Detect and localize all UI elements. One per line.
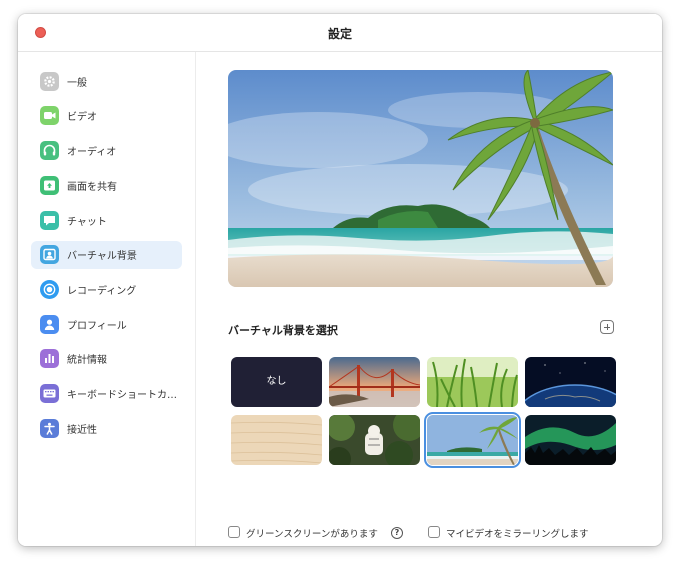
- sidebar-item-label: 画面を共有: [67, 182, 117, 193]
- sidebar-item-label: 一般: [67, 78, 87, 89]
- sidebar-item-label: キーボードショートカ…: [67, 390, 177, 401]
- mirror-video-checkbox[interactable]: [428, 526, 440, 538]
- sidebar-item-share-screen[interactable]: 画面を共有: [31, 172, 182, 200]
- person-icon: [40, 315, 59, 334]
- virtual-background-panel: バーチャル背景を選択 なし グリーンスクリーンがあります ? マイビデオをミラー…: [196, 52, 662, 546]
- title-bar: 設定: [18, 14, 662, 52]
- sidebar-item-accessibility[interactable]: 接近性: [31, 415, 182, 443]
- sidebar-item-label: チャット: [67, 217, 107, 228]
- share-screen-icon: [40, 176, 59, 195]
- thumbnail-golden-gate-bridge[interactable]: [329, 357, 420, 407]
- thumbnail-aurora[interactable]: [525, 415, 616, 465]
- gear-icon: [40, 72, 59, 91]
- settings-sidebar: 一般 ビデオ オーディオ 画面を共有 チャット バーチャル背景 レコーディング …: [18, 52, 196, 546]
- thumbnail-grass[interactable]: [427, 357, 518, 407]
- sidebar-item-label: オーディオ: [67, 147, 117, 158]
- sidebar-item-audio[interactable]: オーディオ: [31, 137, 182, 165]
- sidebar-item-virtual-background[interactable]: バーチャル背景: [31, 241, 182, 269]
- thumbnail-none[interactable]: なし: [231, 357, 322, 407]
- sidebar-item-label: 統計情報: [67, 355, 107, 366]
- sidebar-item-statistics[interactable]: 統計情報: [31, 345, 182, 373]
- keyboard-icon: [40, 384, 59, 403]
- green-screen-option[interactable]: グリーンスクリーンがあります: [228, 526, 408, 542]
- section-title: バーチャル背景を選択: [228, 324, 338, 337]
- sidebar-item-video[interactable]: ビデオ: [31, 102, 182, 130]
- sidebar-item-general[interactable]: 一般: [31, 68, 182, 96]
- video-camera-icon: [40, 106, 59, 125]
- sidebar-item-profile[interactable]: プロフィール: [31, 311, 182, 339]
- sidebar-item-label: プロフィール: [67, 321, 127, 332]
- thumbnail-earth-from-space[interactable]: [525, 357, 616, 407]
- thumbnail-beach-palm[interactable]: [424, 412, 521, 468]
- sidebar-item-recording[interactable]: レコーディング: [31, 276, 182, 304]
- background-preview: [228, 70, 613, 287]
- chat-bubble-icon: [40, 211, 59, 230]
- sidebar-item-chat[interactable]: チャット: [31, 207, 182, 235]
- add-background-button[interactable]: [600, 320, 614, 334]
- bar-chart-icon: [40, 349, 59, 368]
- help-icon[interactable]: ?: [391, 527, 403, 539]
- sidebar-item-label: ビデオ: [67, 112, 97, 123]
- sidebar-item-label: バーチャル背景: [67, 251, 137, 262]
- mirror-video-label: マイビデオをミラーリングします: [446, 529, 589, 540]
- headphones-icon: [40, 141, 59, 160]
- window-title: 設定: [327, 27, 352, 41]
- sidebar-item-label: レコーディング: [67, 286, 137, 297]
- mirror-video-option[interactable]: マイビデオをミラーリングします: [428, 526, 598, 542]
- settings-window: 設定 一般 ビデオ オーディオ 画面を共有 チャット バーチャル背景 レコーディ…: [18, 14, 662, 546]
- green-screen-checkbox[interactable]: [228, 526, 240, 538]
- thumbnail-white-tiger-jungle[interactable]: [329, 415, 420, 465]
- sidebar-item-keyboard-shortcuts[interactable]: キーボードショートカ…: [31, 380, 182, 408]
- accessibility-icon: [40, 419, 59, 438]
- virtual-background-icon: [40, 245, 59, 264]
- sidebar-item-label: 接近性: [67, 425, 97, 436]
- green-screen-label: グリーンスクリーンがあります: [246, 529, 378, 540]
- record-icon: [40, 280, 59, 299]
- thumbnail-wood[interactable]: [231, 415, 322, 465]
